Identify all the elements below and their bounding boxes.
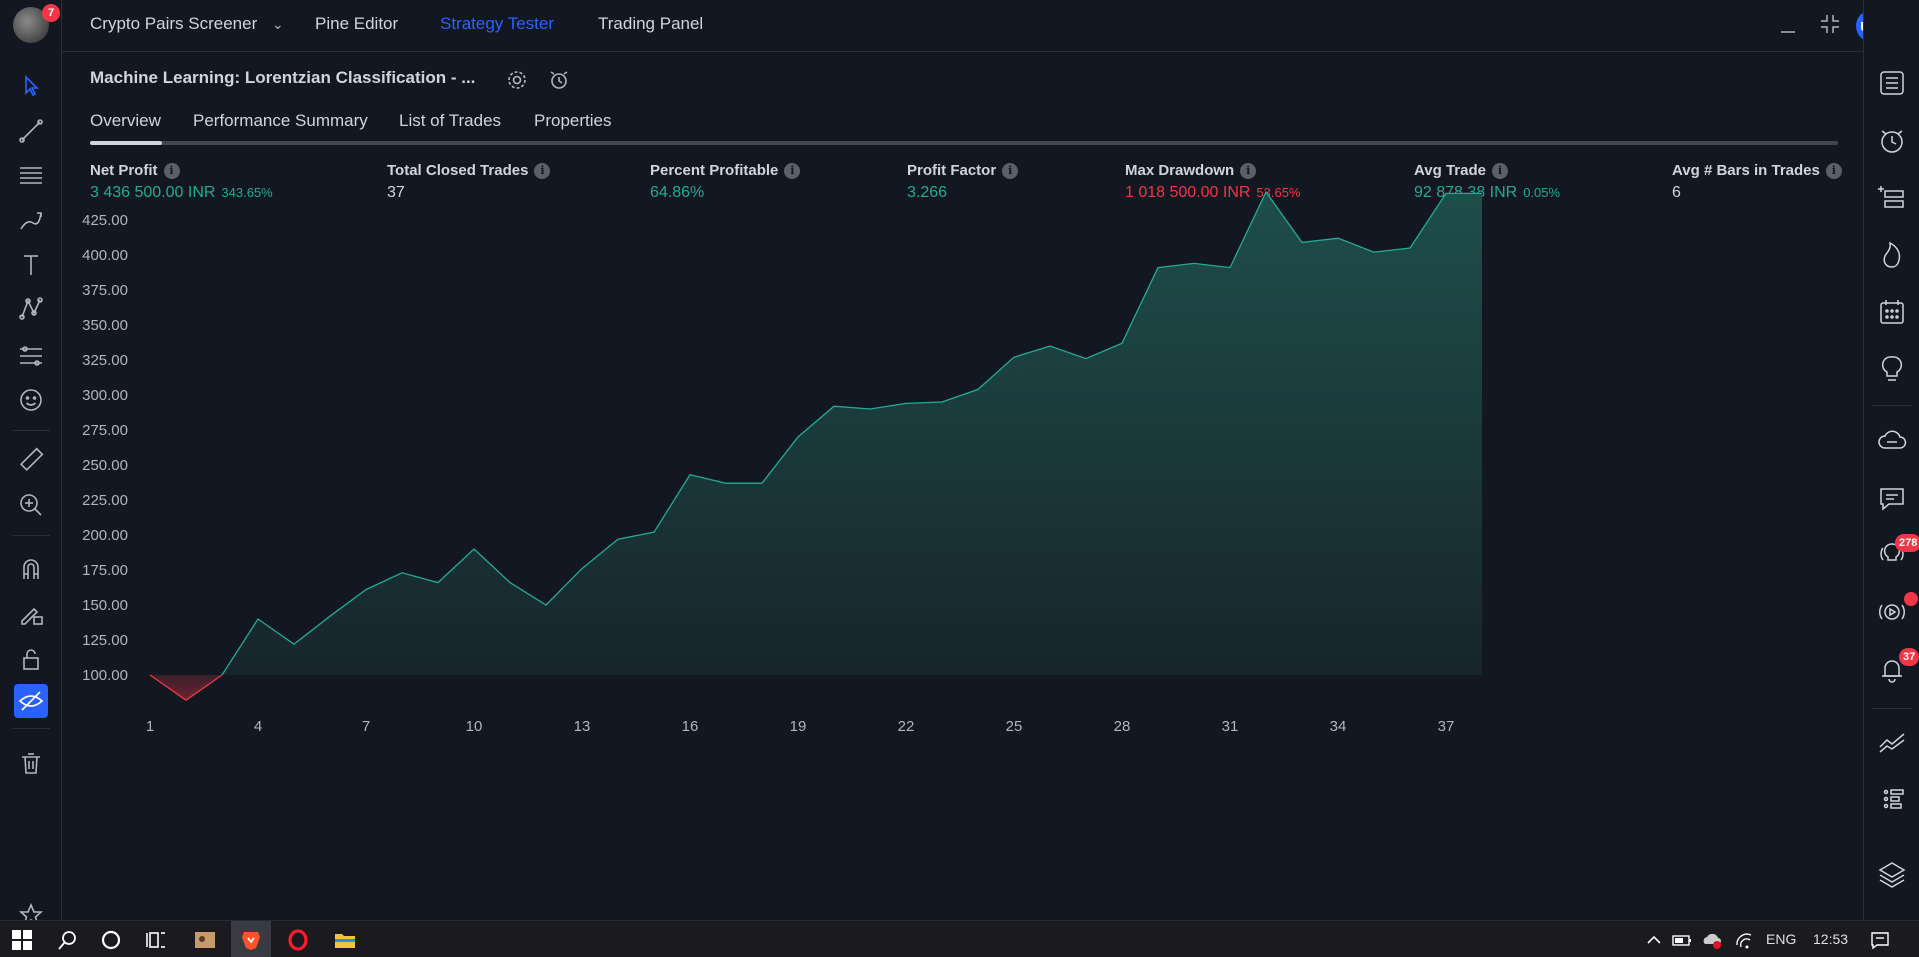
y-tick-label: 175.00 <box>82 562 128 579</box>
trash-icon[interactable] <box>14 746 48 780</box>
brush-icon[interactable] <box>14 204 48 238</box>
show-hidden-icons-chevron-icon[interactable] <box>1640 926 1668 954</box>
y-tick-label: 150.00 <box>82 597 128 614</box>
calendar-icon[interactable] <box>1875 295 1909 329</box>
lock-drawing-icon[interactable] <box>14 596 48 630</box>
y-tick-label: 300.00 <box>82 387 128 404</box>
y-tick-label: 325.00 <box>82 352 128 369</box>
live-dot-badge <box>1904 592 1918 606</box>
windows-taskbar: ENG 12:53 <box>0 920 1919 957</box>
clock-time[interactable]: 12:53 <box>1813 931 1848 947</box>
ruler-icon[interactable] <box>14 443 48 477</box>
x-tick-label: 28 <box>1114 718 1131 735</box>
x-tick-label: 19 <box>790 718 807 735</box>
layers-icon[interactable] <box>1875 857 1909 891</box>
ideas-count-badge: 278 <box>1895 534 1919 552</box>
language-indicator[interactable]: ENG <box>1766 931 1796 947</box>
y-tick-label: 425.00 <box>82 212 128 229</box>
watchlist-icon[interactable] <box>1875 66 1909 100</box>
chats-cloud-icon[interactable] <box>1875 424 1909 458</box>
y-tick-label: 350.00 <box>82 317 128 334</box>
x-tick-label: 31 <box>1222 718 1239 735</box>
file-explorer-icon[interactable] <box>331 926 359 954</box>
x-tick-label: 7 <box>362 718 370 735</box>
photos-app-icon[interactable] <box>191 926 219 954</box>
right-toolbar: 278 37 <box>1863 0 1919 920</box>
search-icon[interactable] <box>54 926 82 954</box>
brave-browser-icon[interactable] <box>237 926 265 954</box>
ideas-bulb-icon[interactable] <box>1875 352 1909 386</box>
x-tick-label: 13 <box>574 718 591 735</box>
x-tick-label: 1 <box>146 718 154 735</box>
trading-panel-icon[interactable] <box>1875 725 1909 759</box>
x-tick-label: 22 <box>898 718 915 735</box>
zoom-in-icon[interactable] <box>14 488 48 522</box>
opera-browser-icon[interactable] <box>284 926 312 954</box>
left-toolbar: 7 <box>0 0 62 926</box>
magnet-icon[interactable] <box>14 552 48 586</box>
notification-badge: 7 <box>42 4 60 22</box>
hide-drawings-icon[interactable] <box>14 684 48 718</box>
y-tick-label: 275.00 <box>82 422 128 439</box>
alarm-clock-icon[interactable] <box>1875 124 1909 158</box>
chat-icon[interactable] <box>1875 482 1909 516</box>
cortana-icon[interactable] <box>97 926 125 954</box>
action-center-icon[interactable] <box>1866 926 1894 954</box>
y-tick-label: 100.00 <box>82 667 128 684</box>
unlock-icon[interactable] <box>14 642 48 676</box>
onedrive-error-icon[interactable] <box>1698 926 1726 954</box>
y-tick-label: 200.00 <box>82 527 128 544</box>
hotlists-flame-icon[interactable] <box>1875 238 1909 272</box>
y-tick-label: 375.00 <box>82 282 128 299</box>
alerts-count-badge: 37 <box>1899 648 1919 666</box>
task-view-icon[interactable] <box>142 926 170 954</box>
x-tick-label: 16 <box>682 718 699 735</box>
drawdown-area-negative <box>150 675 222 701</box>
x-tick-label: 4 <box>254 718 262 735</box>
x-tick-label: 34 <box>1330 718 1347 735</box>
y-tick-label: 125.00 <box>82 632 128 649</box>
x-tick-label: 37 <box>1438 718 1455 735</box>
prediction-icon[interactable] <box>14 338 48 372</box>
text-icon[interactable] <box>14 248 48 282</box>
windows-start-icon[interactable] <box>8 926 36 954</box>
add-list-icon[interactable] <box>1875 180 1909 214</box>
battery-icon[interactable] <box>1668 926 1696 954</box>
equity-area-positive <box>222 192 1482 675</box>
fib-retracement-icon[interactable] <box>14 158 48 192</box>
dom-dots-icon[interactable] <box>1875 782 1909 816</box>
x-tick-label: 10 <box>466 718 483 735</box>
equity-chart[interactable]: 100.00 125.00 150.00 175.00 200.00 225.00 250.… <box>62 0 1862 920</box>
trend-line-icon[interactable] <box>14 114 48 148</box>
app-window: 7 Crypto Pairs Screener ⌄ Pine Editor St… <box>0 0 1919 957</box>
pattern-icon[interactable] <box>14 292 48 326</box>
y-tick-label: 225.00 <box>82 492 128 509</box>
emoji-icon[interactable] <box>14 383 48 417</box>
y-tick-label: 400.00 <box>82 247 128 264</box>
y-tick-label: 250.00 <box>82 457 128 474</box>
wifi-icon[interactable] <box>1730 926 1758 954</box>
cursor-icon[interactable] <box>14 68 48 102</box>
x-tick-label: 25 <box>1006 718 1023 735</box>
